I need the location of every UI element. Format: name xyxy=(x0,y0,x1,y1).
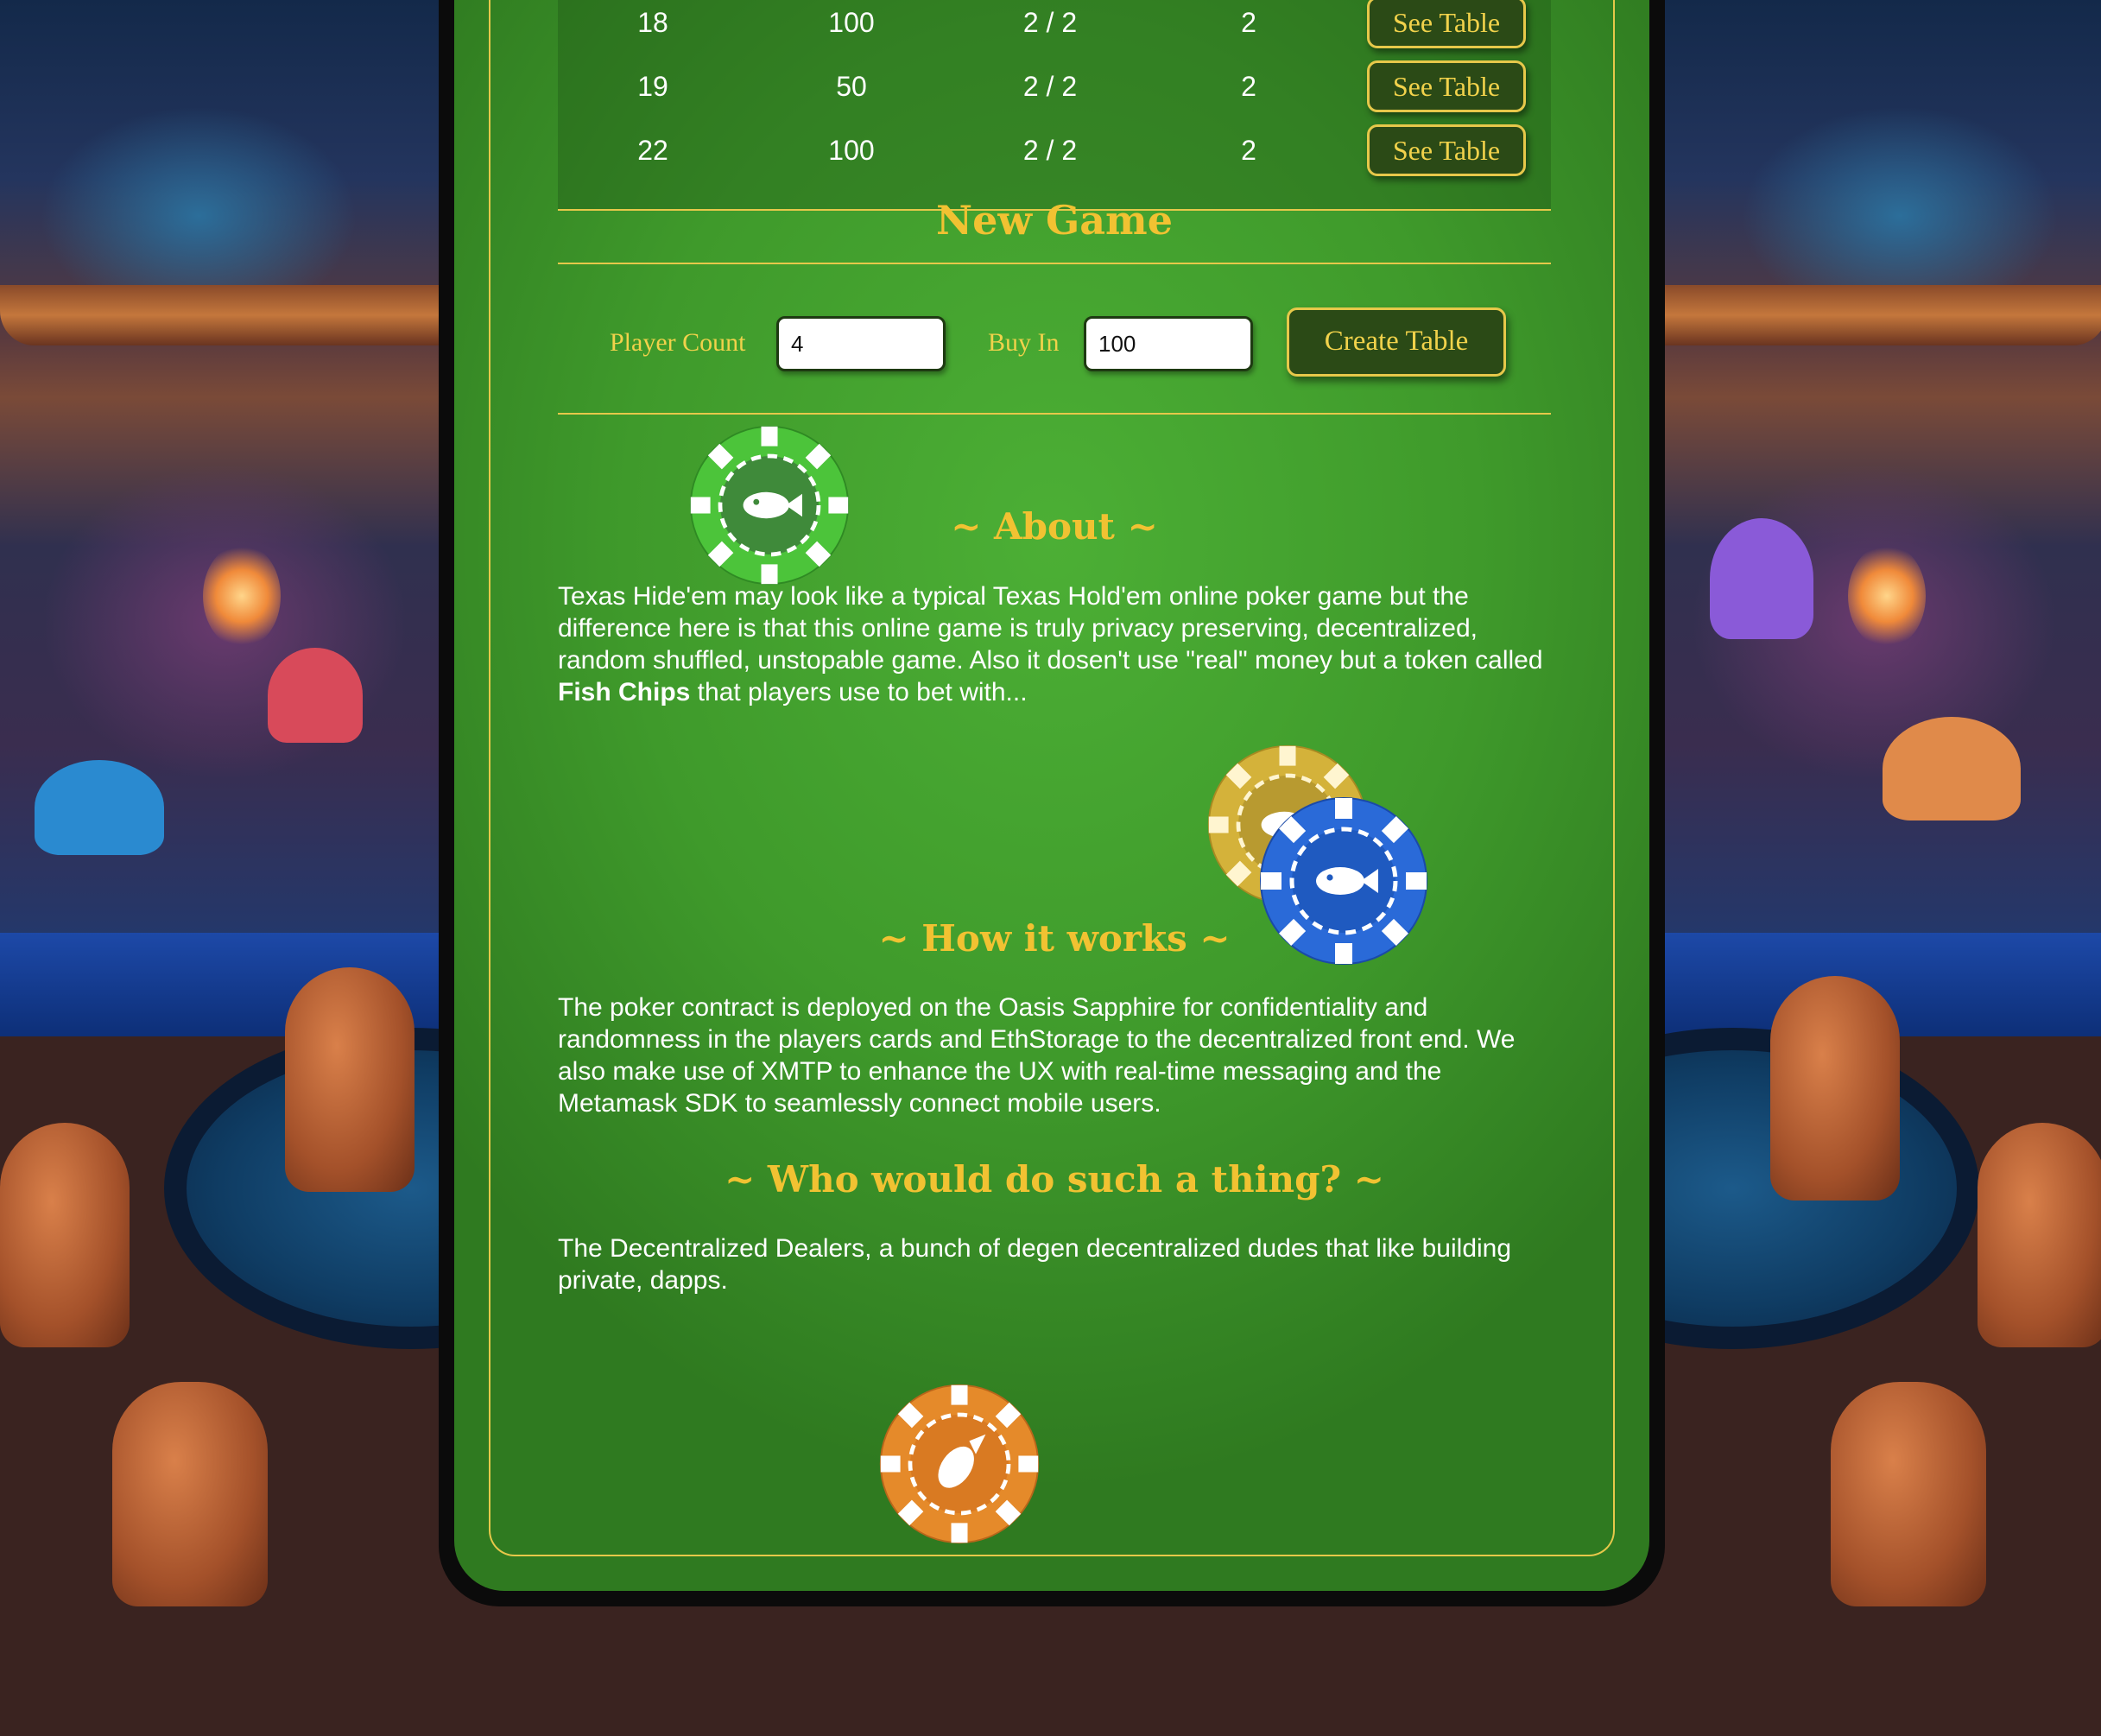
lamp-right xyxy=(1848,544,1926,648)
coral xyxy=(1710,518,1813,639)
buy-in-label: Buy In xyxy=(988,328,1060,357)
about-text-part: that players use to bet with... xyxy=(690,678,1028,706)
token-name: Fish Chips xyxy=(558,678,691,706)
table-players: 2 / 2 xyxy=(1022,135,1078,166)
table-id: 18 xyxy=(637,7,668,38)
felt-surface: 18 100 2 / 2 2 See Table 19 50 2 / 2 2 S… xyxy=(454,0,1649,1591)
player-count-input[interactable] xyxy=(776,316,946,371)
lamp-left xyxy=(203,544,281,648)
table-buy-in: 100 xyxy=(828,7,875,38)
table-count: 2 xyxy=(1241,7,1256,38)
table-row: 19 50 2 / 2 2 See Table xyxy=(558,55,1551,119)
player-count-label: Player Count xyxy=(610,328,746,357)
table-row: 18 100 2 / 2 2 See Table xyxy=(558,0,1551,55)
table-row: 22 100 2 / 2 2 See Table xyxy=(558,119,1551,183)
chair xyxy=(285,967,415,1192)
see-table-button[interactable]: See Table xyxy=(1367,124,1526,176)
chair xyxy=(112,1382,268,1606)
create-table-button[interactable]: Create Table xyxy=(1287,307,1506,377)
table-players: 2 / 2 xyxy=(1022,7,1078,38)
divider xyxy=(558,413,1551,415)
table-id: 22 xyxy=(637,135,668,166)
table-id: 19 xyxy=(637,71,668,102)
main-panel: 18 100 2 / 2 2 See Table 19 50 2 / 2 2 S… xyxy=(439,0,1665,1606)
table-players: 2 / 2 xyxy=(1022,71,1078,102)
about-text-part: Texas Hide'em may look like a typical Te… xyxy=(558,582,1543,675)
arch-right xyxy=(1623,285,2101,345)
buy-in-input[interactable] xyxy=(1084,316,1253,371)
who-text: The Decentralized Dealers, a bunch of de… xyxy=(558,1234,1512,1295)
how-it-works-text: The poker contract is deployed on the Oa… xyxy=(558,993,1516,1118)
divider xyxy=(558,263,1551,264)
blue-fish-chip-icon xyxy=(1260,797,1427,965)
tables-list: 18 100 2 / 2 2 See Table 19 50 2 / 2 2 S… xyxy=(558,0,1551,211)
table-count: 2 xyxy=(1241,135,1256,166)
coral xyxy=(35,760,164,855)
chair xyxy=(1831,1382,1986,1606)
orange-fish-chip-icon xyxy=(879,1384,1040,1544)
arch-left xyxy=(0,285,484,345)
who-title: ~ Who would do such a thing? ~ xyxy=(725,1158,1384,1201)
see-table-button[interactable]: See Table xyxy=(1367,0,1526,48)
table-buy-in: 50 xyxy=(836,71,867,102)
green-fish-chip-icon xyxy=(689,425,850,586)
table-count: 2 xyxy=(1241,71,1256,102)
chair xyxy=(1770,976,1900,1201)
table-buy-in: 100 xyxy=(828,135,875,166)
coral xyxy=(268,648,363,743)
chair xyxy=(0,1123,130,1347)
see-table-button[interactable]: See Table xyxy=(1367,60,1526,112)
new-game-title: New Game xyxy=(936,197,1173,244)
chair xyxy=(1978,1123,2101,1347)
coral xyxy=(1883,717,2021,820)
about-text: Texas Hide'em may look like a typical Te… xyxy=(558,580,1551,708)
